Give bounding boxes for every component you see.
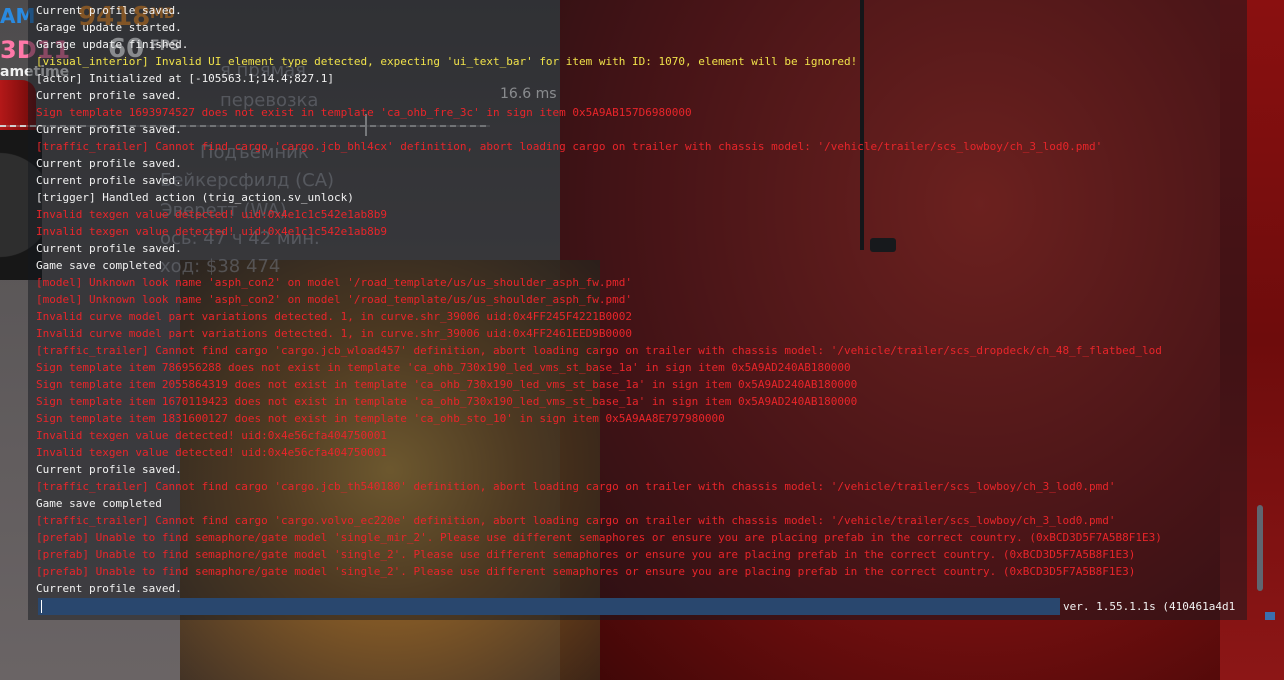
console-line: [prefab] Unable to find semaphore/gate m… <box>36 531 1162 544</box>
console-line: Sign template item 786956288 does not ex… <box>36 361 851 374</box>
console-line: Invalid texgen value detected! uid:0x4e5… <box>36 429 387 442</box>
console-line: [model] Unknown look name 'asph_con2' on… <box>36 276 633 289</box>
console-line: Sign template 1693974527 does not exist … <box>36 106 692 119</box>
console-line: [trigger] Handled action (trig_action.sv… <box>36 191 354 204</box>
console-line: [prefab] Unable to find semaphore/gate m… <box>36 565 1136 578</box>
console-log: Current profile saved. Garage update star… <box>36 2 1236 594</box>
console-line: Current profile saved. <box>36 242 182 255</box>
console-line: Current profile saved. <box>36 174 182 187</box>
console-line: Current profile saved. <box>36 582 182 594</box>
console-line: Game save completed <box>36 497 162 510</box>
console-line: [traffic_trailer] Cannot find cargo 'car… <box>36 514 1116 527</box>
console-line: [traffic_trailer] Cannot find cargo 'car… <box>36 344 1162 357</box>
console-line: Invalid texgen value detected! uid:0x4e1… <box>36 225 387 238</box>
console-input[interactable] <box>38 598 1060 615</box>
console-line: Current profile saved. <box>36 157 182 170</box>
console-line: [traffic_trailer] Cannot find cargo 'car… <box>36 480 1116 493</box>
console-line: Current profile saved. <box>36 123 182 136</box>
console-line: Current profile saved. <box>36 89 182 102</box>
console-resize-handle[interactable] <box>1265 612 1275 620</box>
console-line: [prefab] Unable to find semaphore/gate m… <box>36 548 1136 561</box>
developer-console: Current profile saved. Garage update star… <box>28 0 1275 620</box>
console-line: [visual_interior] Invalid UI element typ… <box>36 55 858 68</box>
version-label: ver. 1.55.1.1s (410461a4d1 <box>1063 600 1236 613</box>
console-line: Sign template item 2055864319 does not e… <box>36 378 858 391</box>
text-caret <box>41 600 42 613</box>
console-scroll-thumb[interactable] <box>1257 505 1263 591</box>
console-line: Sign template item 1831600127 does not e… <box>36 412 725 425</box>
console-line: Invalid curve model part variations dete… <box>36 310 633 323</box>
console-line: Sign template item 1670119423 does not e… <box>36 395 858 408</box>
console-line: Garage update started. <box>36 21 182 34</box>
console-line: Game save completed <box>36 259 162 272</box>
console-line: [model] Unknown look name 'asph_con2' on… <box>36 293 633 306</box>
console-line: Current profile saved. <box>36 463 182 476</box>
console-line: Invalid texgen value detected! uid:0x4e5… <box>36 446 387 459</box>
console-line: Garage update finished. <box>36 38 189 51</box>
console-line: [traffic_trailer] Cannot find cargo 'car… <box>36 140 1103 153</box>
console-line: Invalid texgen value detected! uid:0x4e1… <box>36 208 387 221</box>
console-line: Current profile saved. <box>36 4 182 17</box>
console-scrollbar[interactable] <box>1255 0 1267 600</box>
console-line: [actor] Initialized at [-105563.1;14.4;8… <box>36 72 335 85</box>
console-line: Invalid curve model part variations dete… <box>36 327 633 340</box>
